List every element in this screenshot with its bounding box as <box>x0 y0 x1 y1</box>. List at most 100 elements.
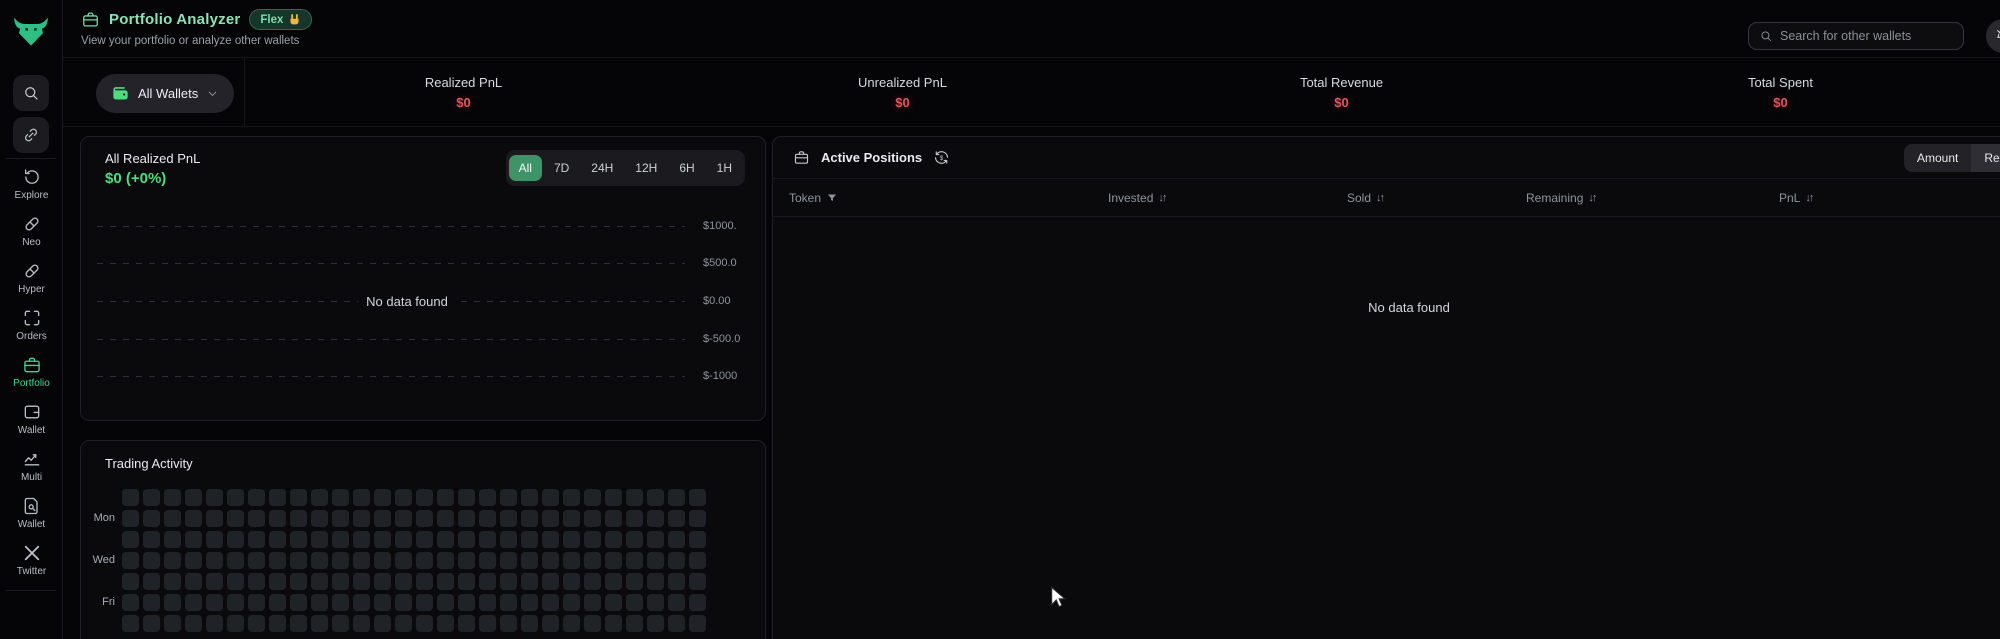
heatmap-cell <box>416 573 433 590</box>
sidebar-item-explore[interactable]: Explore <box>0 160 63 207</box>
heatmap-cell <box>164 573 181 590</box>
column-label: Token <box>789 191 822 205</box>
sort-icon[interactable]: ↓↑ <box>1805 192 1814 204</box>
heatmap-cell <box>269 489 286 506</box>
heatmap-cell <box>416 531 433 548</box>
heatmap-cell <box>248 552 265 569</box>
sidebar-divider <box>6 158 56 159</box>
column-header-sold[interactable]: Sold ↓↑ <box>1347 179 1385 217</box>
wallet-search[interactable] <box>1748 22 1964 50</box>
heatmap-cell <box>416 594 433 611</box>
heatmap-cell <box>206 615 223 632</box>
sidebar-item-neo[interactable]: Neo <box>0 207 63 254</box>
flex-badge[interactable]: Flex <box>249 9 313 30</box>
heatmap-cell <box>563 615 580 632</box>
stat-label: Total Revenue <box>1299 75 1384 90</box>
sort-icon[interactable]: ↓↑ <box>1588 192 1597 204</box>
heatmap-cell <box>269 552 286 569</box>
heatmap-cell <box>353 615 370 632</box>
wallet-search-input[interactable] <box>1780 29 1940 43</box>
stat-label: Realized PnL <box>424 75 503 90</box>
sidebar-item-twitter[interactable]: Twitter <box>0 536 63 583</box>
column-header-remaining[interactable]: Remaining ↓↑ <box>1526 179 1597 217</box>
wallet-icon <box>111 84 130 103</box>
heatmap-cell <box>290 531 307 548</box>
stat-realized-pnl: Realized PnL $0 <box>244 58 683 127</box>
heatmap-cell <box>332 594 349 611</box>
sidebar-item-wallet-2[interactable]: Wallet <box>0 489 63 536</box>
refresh-icon[interactable]: $ <box>933 149 950 166</box>
timeframe-1h[interactable]: 1H <box>707 155 742 181</box>
notifications-button[interactable] <box>1986 19 2000 53</box>
heatmap-cell <box>626 489 643 506</box>
trading-activity-title: Trading Activity <box>105 456 193 471</box>
heatmap-cell <box>143 594 160 611</box>
sidebar-item-multi[interactable]: Multi <box>0 442 63 489</box>
sort-icon[interactable]: ↓↑ <box>1376 192 1385 204</box>
sidebar-item-orders[interactable]: Orders <box>0 301 63 348</box>
heatmap-cell <box>143 489 160 506</box>
sidebar-link-button[interactable] <box>13 117 49 153</box>
heatmap-cell <box>479 573 496 590</box>
heatmap-cell <box>185 615 202 632</box>
toggle-amount[interactable]: Amount <box>1904 144 1972 172</box>
heatmap-cell <box>668 489 685 506</box>
heatmap-cell <box>668 594 685 611</box>
sidebar-item-hyper[interactable]: Hyper <box>0 254 63 301</box>
heatmap-cell <box>185 531 202 548</box>
filter-icon[interactable] <box>826 192 838 204</box>
heatmap-cell <box>521 573 538 590</box>
heatmap-day-label: Wed <box>92 554 115 566</box>
timeframe-selector: All 7D 24H 12H 6H 1H <box>505 150 745 186</box>
heatmap-cell <box>122 594 139 611</box>
y-axis-tick: $-1000 <box>703 370 738 382</box>
heatmap-cell <box>647 573 664 590</box>
heatmap-cell <box>542 510 559 527</box>
timeframe-7d[interactable]: 7D <box>544 155 579 181</box>
heatmap-cell <box>500 489 517 506</box>
heatmap-cell <box>416 552 433 569</box>
briefcase-icon <box>793 149 810 166</box>
toggle-rec[interactable]: Rec <box>1971 144 2000 172</box>
heatmap-cell <box>143 552 160 569</box>
bell-slash-icon <box>1995 28 2000 44</box>
chart-empty-state: No data found <box>358 294 456 309</box>
heatmap-cell <box>164 552 181 569</box>
heatmap-cell <box>458 510 475 527</box>
sidebar-item-portfolio[interactable]: Portfolio <box>0 348 63 395</box>
heatmap-cell <box>605 573 622 590</box>
briefcase-icon <box>81 10 100 29</box>
chart-gridline <box>97 339 685 340</box>
stat-total-revenue: Total Revenue $0 <box>1122 58 1561 127</box>
sort-icon[interactable]: ↓↑ <box>1158 192 1167 204</box>
heatmap-cell <box>584 510 601 527</box>
timeframe-6h[interactable]: 6H <box>669 155 704 181</box>
column-header-pnl[interactable]: PnL ↓↑ <box>1779 179 1814 217</box>
sidebar-item-wallet[interactable]: Wallet <box>0 395 63 442</box>
timeframe-24h[interactable]: 24H <box>581 155 623 181</box>
heatmap-cell <box>626 510 643 527</box>
sidebar-search-button[interactable] <box>13 75 49 111</box>
wallet-filter-dropdown[interactable]: All Wallets <box>96 74 235 113</box>
column-header-invested[interactable]: Invested ↓↑ <box>1108 179 1167 217</box>
timeframe-all[interactable]: All <box>508 155 542 181</box>
heatmap-cell <box>605 552 622 569</box>
heatmap-cell <box>353 489 370 506</box>
stat-value: $0 <box>1334 95 1349 110</box>
heatmap-cell <box>122 615 139 632</box>
bull-logo-icon[interactable] <box>11 10 51 50</box>
heatmap-cell <box>269 510 286 527</box>
timeframe-12h[interactable]: 12H <box>625 155 667 181</box>
heatmap-cell <box>542 615 559 632</box>
x-icon <box>22 543 42 563</box>
heatmap-cell <box>668 510 685 527</box>
column-label: Invested <box>1108 191 1154 205</box>
heatmap-cell <box>311 531 328 548</box>
heatmap-cell <box>269 615 286 632</box>
heatmap-cell <box>563 552 580 569</box>
heatmap-cell <box>647 510 664 527</box>
heatmap-cell <box>647 594 664 611</box>
column-header-token[interactable]: Token <box>789 179 838 217</box>
heatmap-cell <box>416 489 433 506</box>
heatmap-cell <box>332 531 349 548</box>
